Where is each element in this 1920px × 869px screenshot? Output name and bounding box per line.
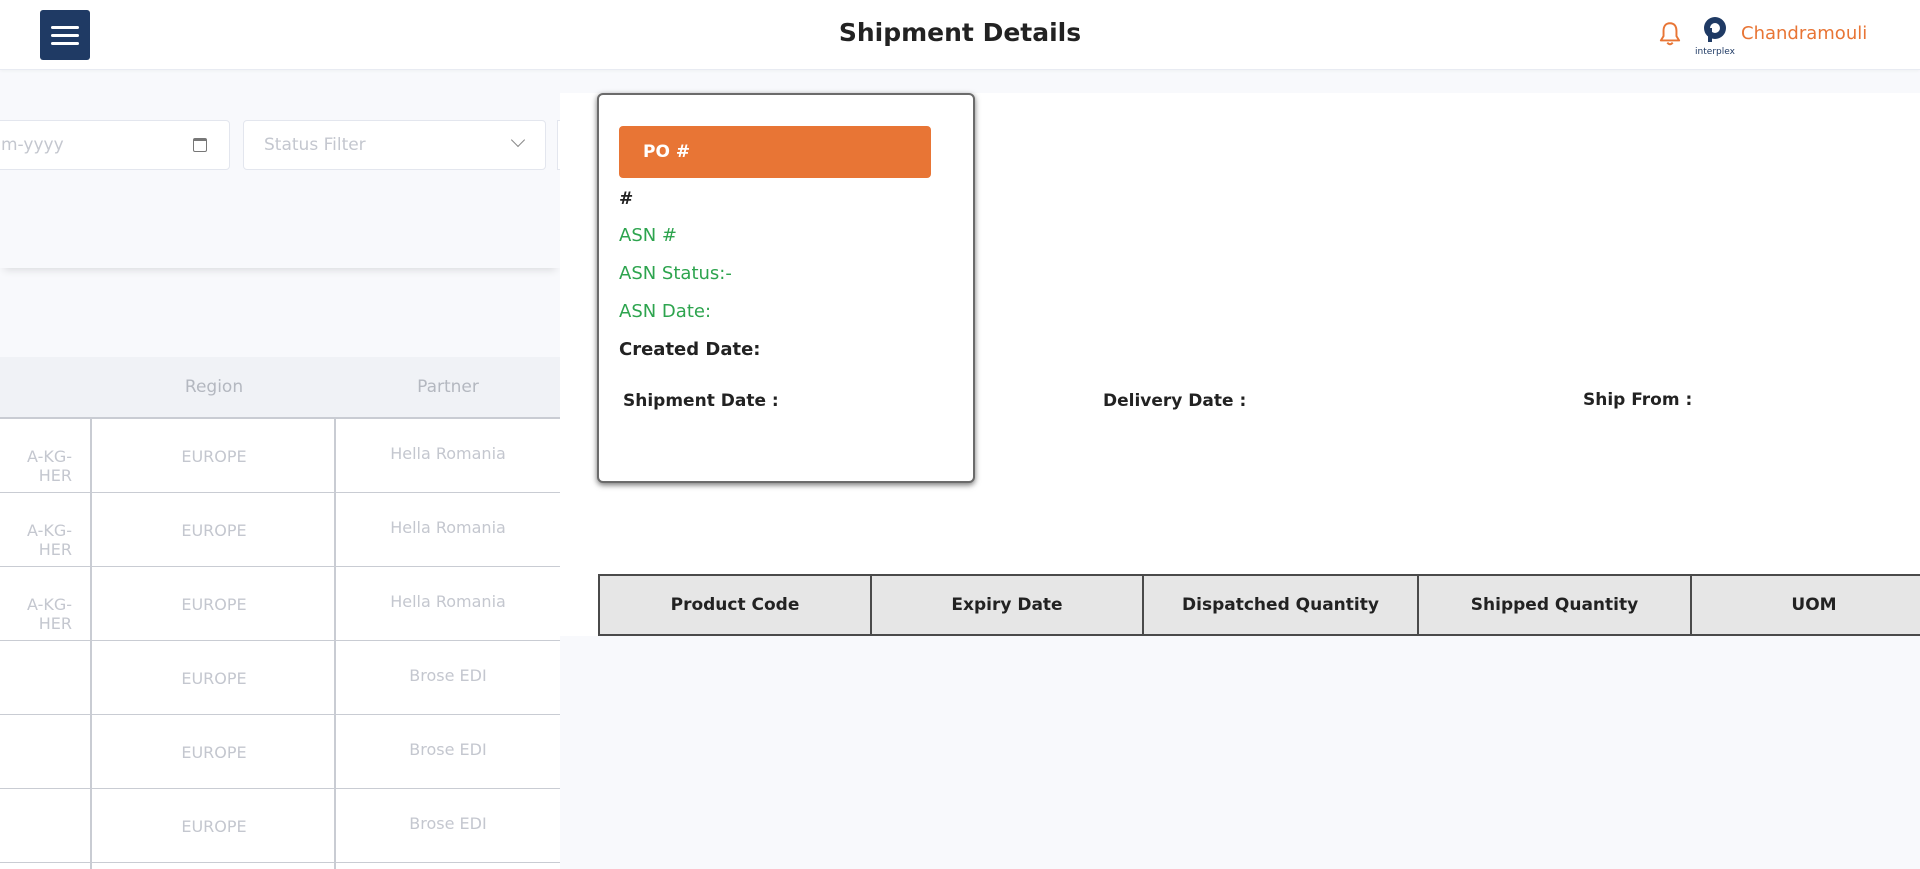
table-row[interactable]: EUROPE Brose EDI [0,715,560,789]
table-cell-code: A-KG-HER [26,595,72,633]
column-header-expiry-date[interactable]: Expiry Date [872,576,1144,634]
table-cell-region: EUROPE [181,521,247,540]
table-divider [90,419,92,869]
table-row[interactable]: EUROPE Brose EDI [0,641,560,715]
app-header: Shipment Details interplex Chandramouli [0,0,1920,70]
asn-date-label: ASN Date: [619,301,712,322]
table-cell-code: A-KG-HER [26,521,72,559]
table-cell-region: EUROPE [181,743,247,762]
asn-number-label: ASN # [619,225,678,246]
po-number-value: # [619,189,634,209]
table-cell-partner: Brose EDI [409,814,487,833]
table-cell-region: EUROPE [181,447,247,466]
created-date-label: Created Date: [619,339,761,360]
table-cell-region: EUROPE [181,595,247,614]
table-cell-partner: Hella Romania [390,592,506,611]
company-logo: interplex [1694,12,1736,57]
column-header-dispatched-quantity[interactable]: Dispatched Quantity [1144,576,1419,634]
chevron-down-icon [510,132,526,148]
po-number-button[interactable]: PO # [619,126,931,178]
shipments-table-body: A-KG-HER EUROPE Hella Romania A-KG-HER E… [0,419,560,869]
column-header-uom[interactable]: UOM [1692,576,1920,634]
po-summary-card: PO # # ASN # ASN Status:- ASN Date: Crea… [597,93,975,483]
date-placeholder: m-yyyy [1,135,64,155]
svg-text:interplex: interplex [1695,47,1736,56]
table-cell-partner: Hella Romania [390,518,506,537]
column-header-shipped-quantity[interactable]: Shipped Quantity [1419,576,1692,634]
column-header-region[interactable]: Region [92,377,336,397]
delivery-date-label: Delivery Date : [1103,391,1247,411]
table-row[interactable]: A-KG-HER EUROPE Hella Romania [0,567,560,641]
table-cell-partner: Hella Romania [390,444,506,463]
user-name[interactable]: Chandramouli [1741,23,1867,44]
ship-from-label: Ship From : [1583,390,1693,410]
date-filter-input[interactable]: m-yyyy [0,120,230,170]
table-cell-partner: Brose EDI [409,740,487,759]
table-cell-code: A-KG-HER [26,447,72,485]
asn-status-label: ASN Status:- [619,263,732,284]
page-title: Shipment Details [838,18,1082,47]
table-row[interactable]: EUROPE Brose EDI [0,789,560,863]
table-cell-region: EUROPE [181,817,247,836]
table-divider [334,419,336,869]
status-filter-placeholder: Status Filter [264,135,366,155]
status-filter-select[interactable]: Status Filter [243,120,546,170]
table-cell-region: EUROPE [181,669,247,688]
interplex-logo-icon: interplex [1695,17,1736,57]
column-header-product-code[interactable]: Product Code [600,576,872,634]
shipments-table-header: Region Partner [0,357,560,419]
shipment-date-label: Shipment Date : [623,391,779,411]
table-row[interactable]: A-KG-HER EUROPE Hella Romania [0,419,560,493]
product-table-header: Product Code Expiry Date Dispatched Quan… [598,574,1920,636]
table-row[interactable]: A-KG-HER EUROPE Hella Romania [0,493,560,567]
column-header-partner[interactable]: Partner [336,377,560,397]
table-cell-partner: Brose EDI [409,666,487,685]
calendar-icon[interactable] [193,138,207,152]
bell-icon[interactable] [1657,20,1683,48]
